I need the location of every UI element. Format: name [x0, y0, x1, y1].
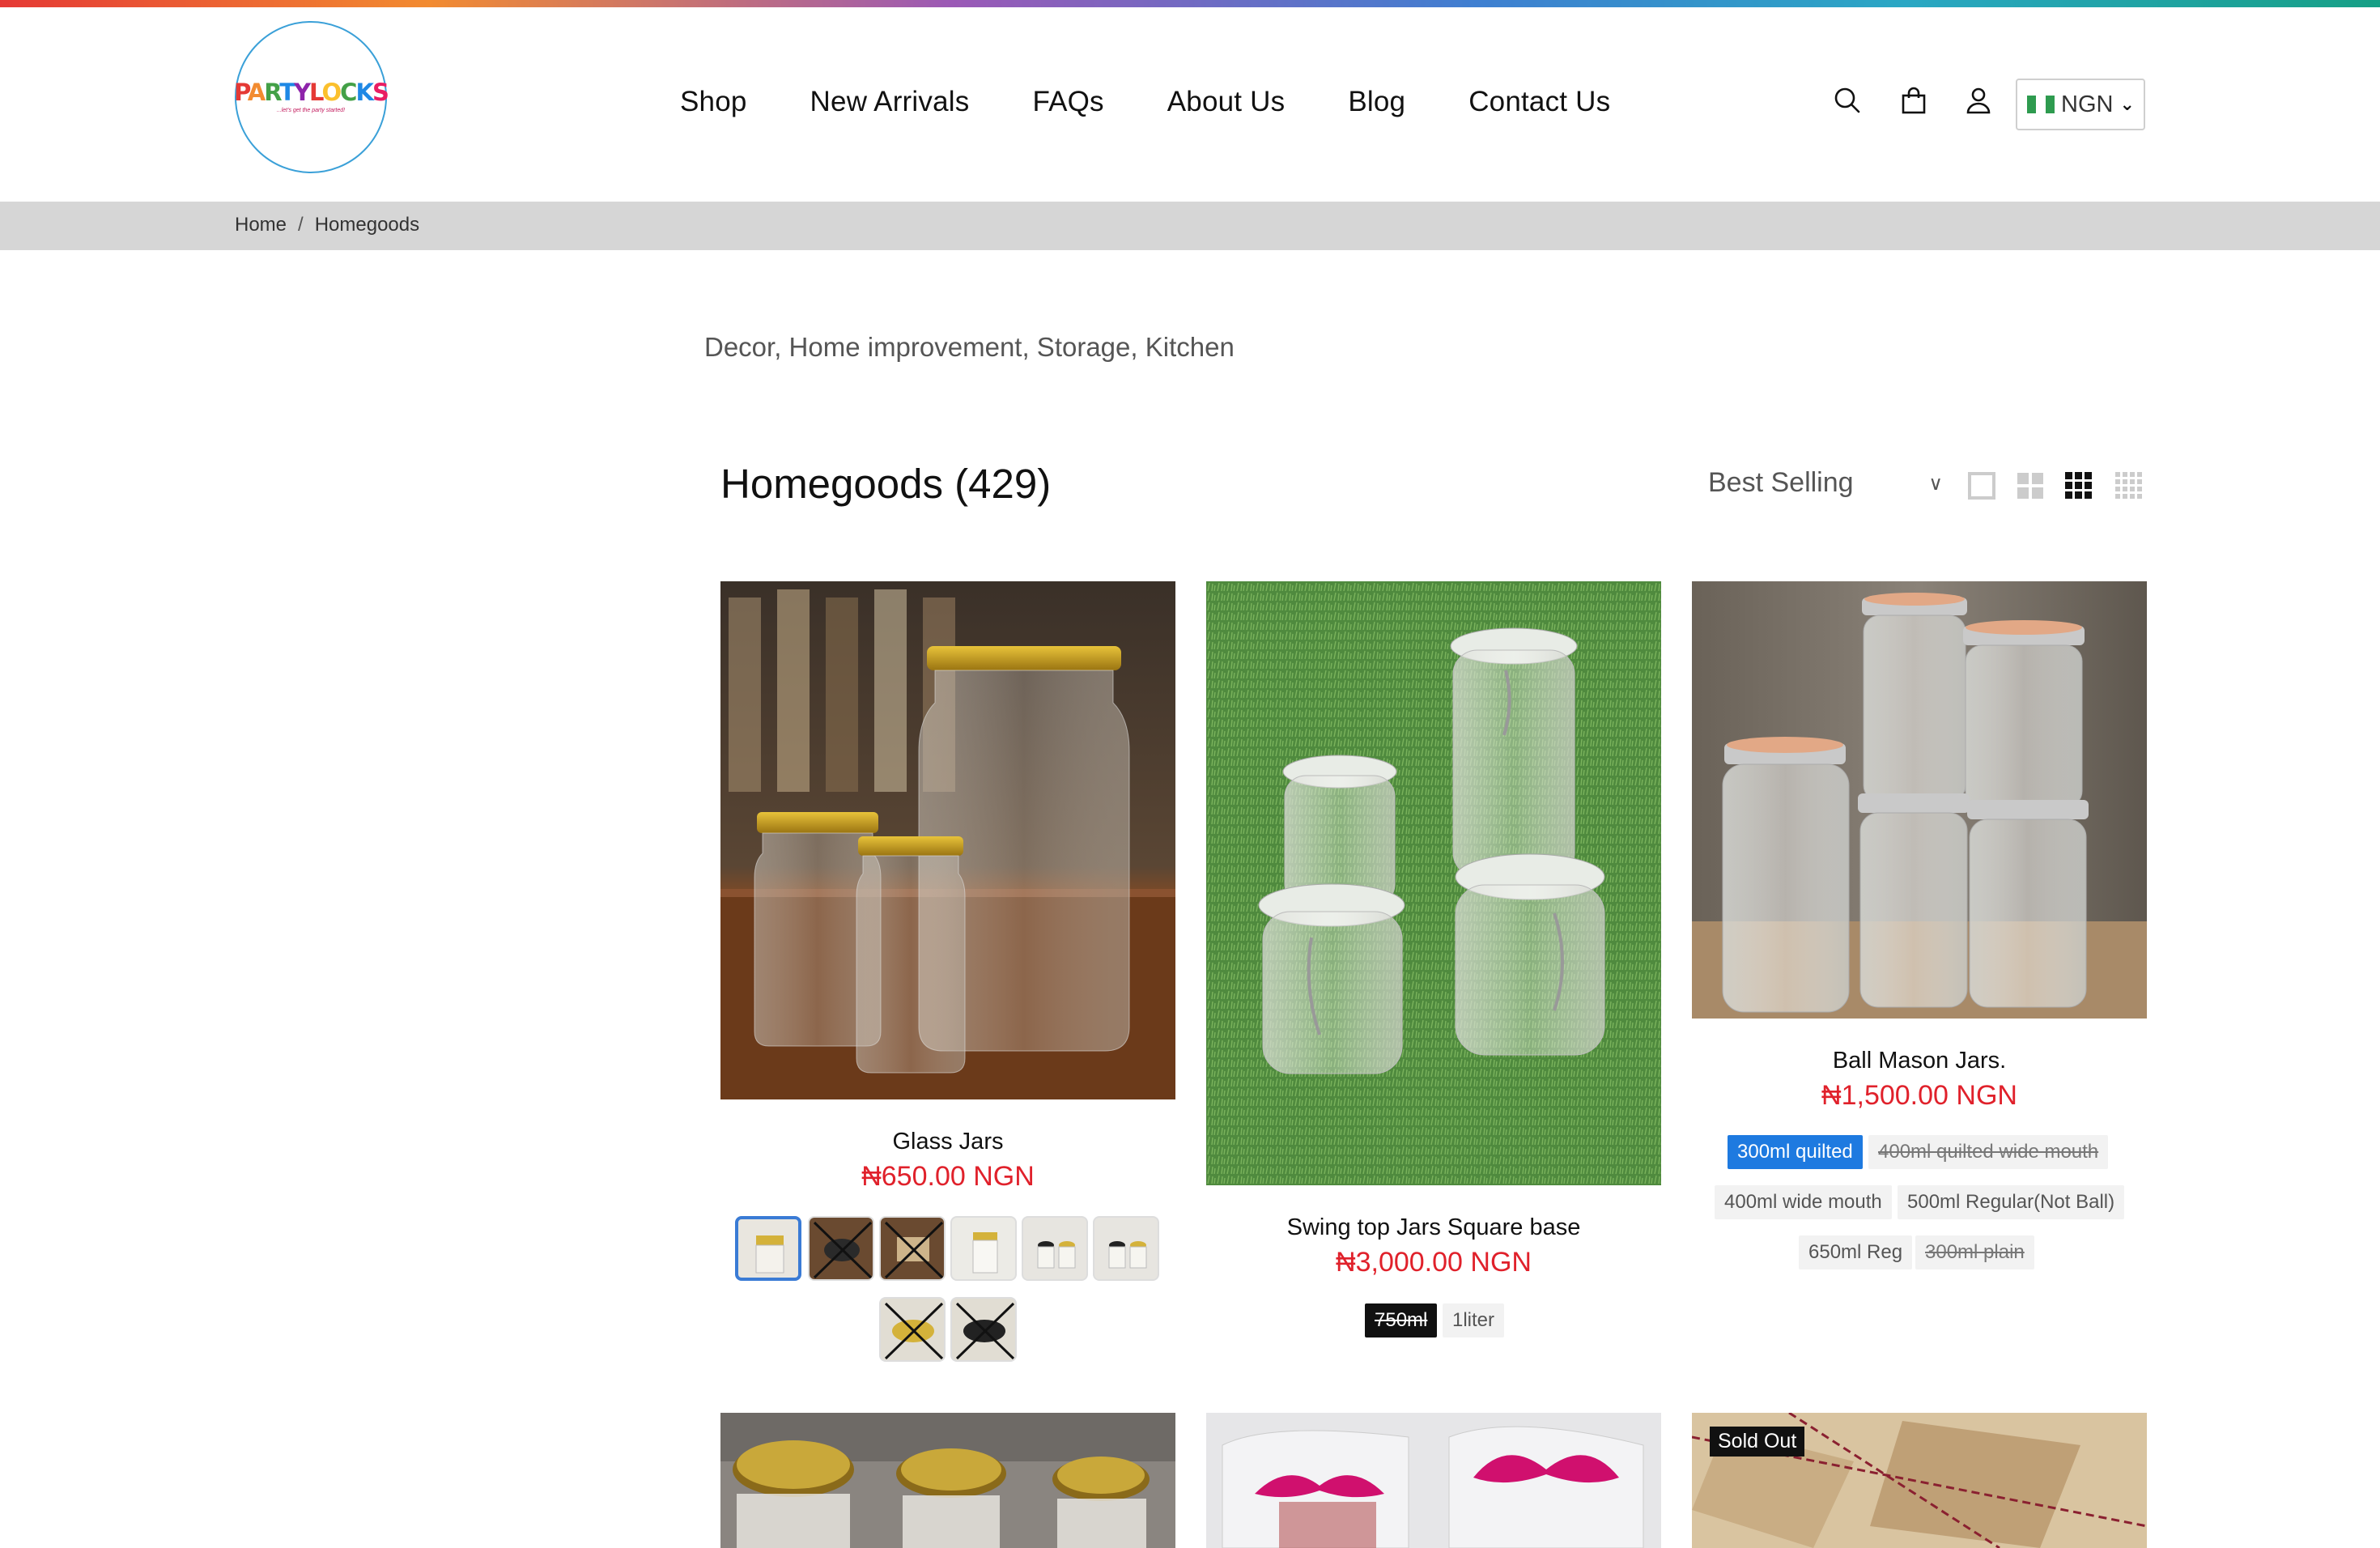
chevron-down-icon: ∨ — [1928, 473, 1943, 495]
breadcrumb-separator: / — [298, 214, 304, 236]
logo-tagline: ...let's get the party started! — [276, 108, 346, 113]
grid-4-column-icon[interactable] — [2114, 471, 2144, 500]
grid-1-column-icon[interactable] — [1967, 471, 1996, 500]
breadcrumb-home[interactable]: Home — [235, 214, 287, 236]
collection-description: Decor, Home improvement, Storage, Kitche… — [704, 332, 1235, 362]
breadcrumb-current: Homegoods — [314, 214, 420, 236]
variant-chip[interactable]: 1liter — [1443, 1303, 1505, 1337]
variant-chip[interactable]: 400ml wide mouth — [1715, 1185, 1892, 1219]
swatch-option[interactable] — [1093, 1216, 1159, 1281]
currency-selector[interactable]: NGN ⌄ — [2016, 79, 2145, 130]
nav-contact-us[interactable]: Contact Us — [1468, 81, 1610, 123]
logo-wordmark: PARTYLOCKS — [234, 79, 389, 106]
swatch-option[interactable] — [735, 1216, 801, 1281]
swatch-option-unavailable[interactable] — [808, 1216, 874, 1281]
nigeria-flag-icon — [2027, 96, 2055, 113]
product-title[interactable]: Swing top Jars Square base — [1206, 1214, 1661, 1241]
collection-title: Homegoods (429) — [720, 461, 1052, 507]
main-nav: Shop New Arrivals FAQs About Us Blog Con… — [680, 81, 1673, 123]
product-image-swing-top-jars[interactable] — [1206, 581, 1661, 1185]
variant-chip-unavailable[interactable]: 400ml quilted wide mouth — [1868, 1135, 2109, 1169]
swatch-option-unavailable[interactable] — [950, 1297, 1017, 1362]
product-image-hexagon-jars[interactable] — [720, 1413, 1175, 1548]
user-icon[interactable] — [1962, 84, 1995, 117]
swatch-option[interactable] — [1022, 1216, 1088, 1281]
product-image-glass-jars[interactable] — [720, 581, 1175, 1099]
swatch-option-unavailable[interactable] — [879, 1297, 946, 1362]
product-image-ribbon-jars[interactable] — [1206, 1413, 1661, 1548]
variant-chip-selected[interactable]: 300ml quilted — [1728, 1135, 1863, 1169]
sort-value: Best Selling — [1708, 467, 1854, 498]
sort-dropdown[interactable]: Best Selling ∨ — [1708, 467, 1943, 499]
currency-code: NGN — [2061, 91, 2114, 117]
product-price: ₦1,500.00 NGN — [1821, 1080, 2017, 1111]
product-image-ball-mason-jars[interactable] — [1692, 581, 2147, 1019]
top-rainbow-bar — [0, 0, 2380, 7]
site-logo[interactable]: PARTYLOCKS ...let's get the party starte… — [234, 21, 389, 173]
product-title[interactable]: Glass Jars — [720, 1129, 1175, 1155]
nav-new-arrivals[interactable]: New Arrivals — [810, 81, 970, 123]
nav-blog[interactable]: Blog — [1348, 81, 1405, 123]
breadcrumb: Home / Homegoods — [235, 214, 419, 236]
variant-chip[interactable]: 500ml Regular(Not Ball) — [1898, 1185, 2125, 1219]
grid-3-column-icon[interactable] — [2064, 471, 2093, 500]
product-title[interactable]: Ball Mason Jars. — [1692, 1048, 2147, 1074]
variant-chip-unavailable[interactable]: 300ml plain — [1915, 1235, 2034, 1269]
nav-faqs[interactable]: FAQs — [1032, 81, 1103, 123]
swatch-option-unavailable[interactable] — [879, 1216, 946, 1281]
sold-out-badge: Sold Out — [1710, 1427, 1805, 1457]
grid-2-column-icon[interactable] — [2016, 471, 2045, 500]
product-price: ₦3,000.00 NGN — [1336, 1247, 1532, 1278]
search-icon[interactable] — [1831, 84, 1864, 117]
nav-about-us[interactable]: About Us — [1167, 81, 1286, 123]
variant-chip[interactable]: 650ml Reg — [1799, 1235, 1913, 1269]
variant-chip-unavailable[interactable]: 750ml — [1365, 1303, 1438, 1337]
chevron-down-icon: ⌄ — [2119, 94, 2135, 114]
product-price: ₦650.00 NGN — [861, 1161, 1035, 1192]
nav-shop[interactable]: Shop — [680, 81, 747, 123]
bag-icon[interactable] — [1898, 84, 1930, 117]
swatch-option[interactable] — [950, 1216, 1017, 1281]
